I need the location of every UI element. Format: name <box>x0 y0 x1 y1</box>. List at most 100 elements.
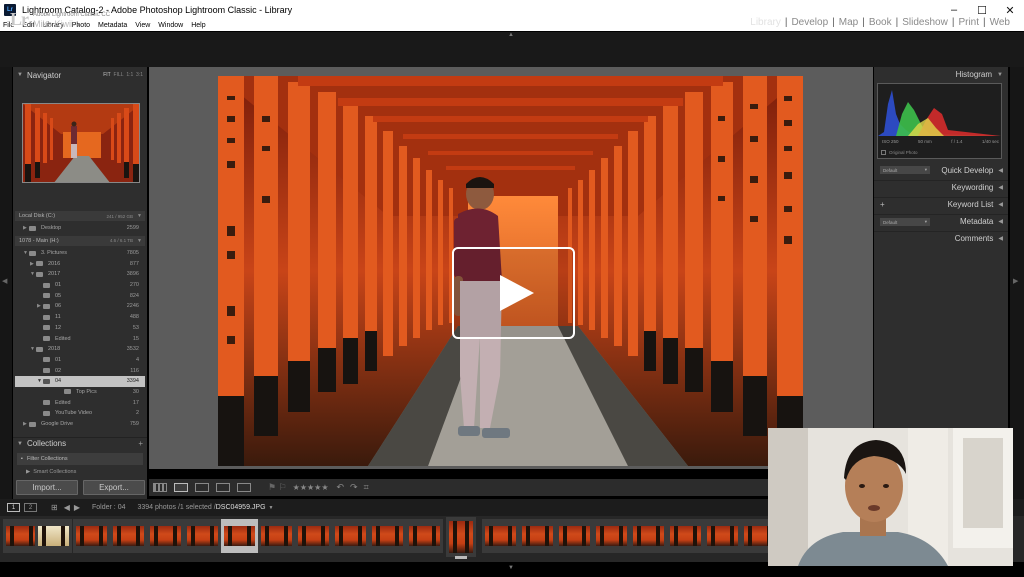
compare-view-icon[interactable] <box>195 483 209 492</box>
zoom-fit[interactable]: FIT <box>103 72 111 78</box>
filmstrip-thumb[interactable] <box>667 519 704 553</box>
folder-row-2018-edited[interactable]: Edited 17 <box>15 397 145 408</box>
filmstrip-thumb[interactable] <box>369 519 406 553</box>
minimize-button[interactable]: – <box>940 4 968 16</box>
import-button[interactable]: Import... <box>16 480 78 495</box>
quick-develop-header[interactable]: Default ▾ Quick Develop ◀ <box>874 163 1008 177</box>
zoom-1-1[interactable]: 1:1 <box>126 72 133 78</box>
folder-row-2017-edited[interactable]: Edited 15 <box>15 333 145 344</box>
filmstrip-thumb[interactable] <box>184 519 221 553</box>
filmstrip-thumb[interactable] <box>35 519 72 553</box>
volume-main[interactable]: 1078 - Main (H:) 4.6 / 6.1 TB ▼ <box>15 235 145 246</box>
filmstrip-thumb[interactable] <box>258 519 295 553</box>
menu-view[interactable]: View <box>135 22 150 29</box>
folder-row-youtube-video[interactable]: YouTube Video 2 <box>15 408 145 419</box>
filter-collections-field[interactable]: ▪ Filter Collections <box>17 453 143 465</box>
folder-row-2016[interactable]: ▶ 2016 877 <box>15 258 145 269</box>
filmstrip-thumb[interactable] <box>556 519 593 553</box>
collections-header[interactable]: ▼ Collections + <box>13 437 147 449</box>
grid-view-icon[interactable] <box>153 483 167 492</box>
filmstrip-thumb[interactable] <box>332 519 369 553</box>
play-video-button[interactable] <box>452 247 575 339</box>
zoom-3-1[interactable]: 3:1 <box>136 72 143 78</box>
folder-row-2018-01[interactable]: 01 4 <box>15 355 145 366</box>
menu-help[interactable]: Help <box>191 22 205 29</box>
add-keyword-icon[interactable]: + <box>880 200 885 209</box>
folder-row-2018-04[interactable]: ▼ 04 3394 <box>15 375 145 387</box>
folder-row-2017-01[interactable]: 01 270 <box>15 280 145 291</box>
smart-collections-item[interactable]: ▶ Smart Collections <box>26 469 126 476</box>
folder-count: 488 <box>129 314 139 321</box>
export-button[interactable]: Export... <box>83 480 145 495</box>
volume-local-disk[interactable]: Local Disk (C:) 241 / 952 GB ▼ <box>15 211 145 221</box>
filmstrip-thumb-video[interactable] <box>446 517 476 557</box>
collapse-filmstrip-icon[interactable]: ▼ <box>508 565 514 571</box>
navigator-header[interactable]: ▼ Navigator FIT FILL 1:1 3:1 <box>13 69 147 81</box>
module-develop[interactable]: Develop <box>787 17 832 28</box>
loupe-view-icon[interactable] <box>174 483 188 492</box>
histogram[interactable]: ISO 250 50 mm f / 1.4 1/40 sec Original … <box>877 83 1002 159</box>
close-button[interactable]: ✕ <box>996 4 1024 17</box>
rotate-right-icon[interactable]: ↷ <box>350 482 358 493</box>
folder-row-2018-02[interactable]: 02 116 <box>15 365 145 376</box>
folder-row-2017[interactable]: ▼ 2017 3896 <box>15 269 145 280</box>
filmstrip-thumb[interactable] <box>295 519 332 553</box>
comments-header[interactable]: Comments ◀ <box>874 231 1008 245</box>
metadata-header[interactable]: Default ▾ Metadata ◀ <box>874 214 1008 228</box>
filmstrip-thumb[interactable] <box>406 519 443 553</box>
filmstrip-thumb[interactable] <box>704 519 741 553</box>
filmstrip-thumb[interactable] <box>593 519 630 553</box>
navigator-preview[interactable] <box>22 103 140 183</box>
saved-preset-select[interactable]: Default ▾ <box>880 166 930 174</box>
people-view-icon[interactable] <box>237 483 251 492</box>
module-library[interactable]: Library <box>746 17 785 28</box>
flag-icon[interactable]: ⚑ ⚐ <box>268 482 287 493</box>
folder-row-2017-12[interactable]: 12 53 <box>15 323 145 334</box>
keywording-header[interactable]: Keywording ◀ <box>874 180 1008 194</box>
left-panel-toggle-strip[interactable]: ◀ <box>0 67 12 499</box>
folder-row-top-pics[interactable]: Top Pics 30 <box>15 387 145 398</box>
star-rating[interactable]: ★★★★★ <box>293 483 329 492</box>
crop-icon[interactable]: ⌗ <box>364 482 369 493</box>
back-arrow-icon[interactable]: ◀ <box>64 503 70 512</box>
module-web[interactable]: Web <box>986 17 1014 28</box>
grid-icon[interactable]: ⊞ <box>51 503 58 512</box>
filmstrip-thumb[interactable] <box>630 519 667 553</box>
collapse-top-panel-icon[interactable]: ▲ <box>508 32 514 38</box>
filmstrip-thumb[interactable] <box>482 519 519 553</box>
menu-metadata[interactable]: Metadata <box>98 22 127 29</box>
filmstrip-thumb[interactable] <box>110 519 147 553</box>
folder-source[interactable]: Folder : 04 <box>92 504 125 511</box>
user-name[interactable]: Mike Kiwii ▼ <box>33 19 80 29</box>
filmstrip-thumb[interactable] <box>73 519 110 553</box>
chevron-down-icon[interactable]: ▼ <box>269 505 274 511</box>
folder-row-2018[interactable]: ▼ 2018 3532 <box>15 344 145 355</box>
primary-window-button[interactable]: 1 <box>7 503 20 512</box>
module-slideshow[interactable]: Slideshow <box>898 17 952 28</box>
folder-row-desktop[interactable]: ▶ Desktop 2599 <box>15 223 145 234</box>
zoom-fill[interactable]: FILL <box>114 72 124 78</box>
folder-row-google-drive[interactable]: ▶ Google Drive 759 <box>15 419 145 430</box>
original-photo-toggle[interactable]: Original Photo <box>881 150 918 155</box>
forward-arrow-icon[interactable]: ▶ <box>74 503 80 512</box>
secondary-window-button[interactable]: 2 <box>24 503 37 512</box>
filmstrip-scrollbar[interactable] <box>455 556 467 559</box>
filmstrip-thumb-selected[interactable] <box>221 519 258 553</box>
histogram-header[interactable]: Histogram ▼ <box>874 68 1008 81</box>
keyword-list-header[interactable]: + Keyword List ◀ <box>874 197 1008 211</box>
module-book[interactable]: Book <box>865 17 896 28</box>
maximize-button[interactable]: ☐ <box>968 4 996 17</box>
folder-row-2017-11[interactable]: 11 488 <box>15 312 145 323</box>
metadata-preset-select[interactable]: Default ▾ <box>880 218 930 226</box>
add-collection-icon[interactable]: + <box>138 439 143 448</box>
menu-window[interactable]: Window <box>158 22 183 29</box>
survey-view-icon[interactable] <box>216 483 230 492</box>
rotate-left-icon[interactable]: ↶ <box>337 482 345 493</box>
filmstrip-thumb[interactable] <box>519 519 556 553</box>
module-map[interactable]: Map <box>835 17 862 28</box>
folder-row-2017-05[interactable]: 05 824 <box>15 290 145 301</box>
module-print[interactable]: Print <box>954 17 983 28</box>
folder-row-pictures[interactable]: ▼ 3. Pictures 7805 <box>15 248 145 259</box>
filmstrip-thumb[interactable] <box>147 519 184 553</box>
folder-row-2017-06[interactable]: ▶ 06 2246 <box>15 301 145 312</box>
